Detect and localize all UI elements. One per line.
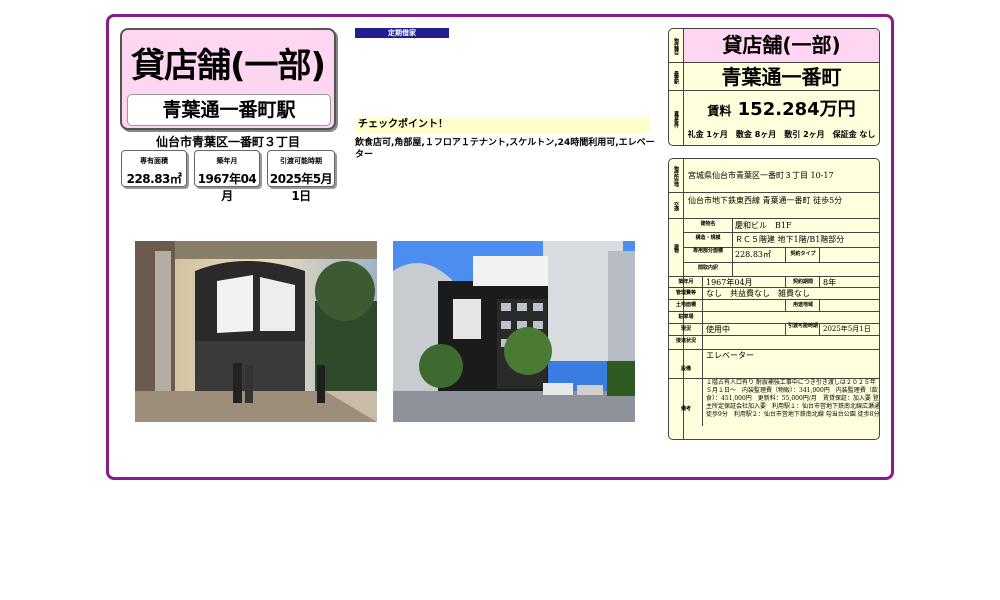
lease-type-label: 契約タイプ — [790, 251, 816, 257]
station-side-label: 最寄駅 — [669, 63, 684, 91]
parking-label: 駐車場 — [678, 314, 694, 320]
remarks-label: 備考 — [680, 406, 691, 412]
area-label: 専用部分面積 — [692, 248, 723, 254]
handover-value: 2025年5月1日 — [823, 325, 871, 333]
type-side-label: 物件種目 — [669, 29, 684, 63]
rent-label: 賃料 — [707, 104, 732, 118]
details-panel: 物件所在地 交通 建物 宮城県仙台市青葉区一番町３丁目 10-17 仙台市地下鉄… — [668, 158, 880, 440]
stat-handover: 引渡可能時期 2025年5月1日 — [267, 150, 335, 203]
stat-label: 引渡可能時期 — [280, 157, 322, 165]
terms-side-label: 賃貸条件 — [673, 111, 679, 127]
land-area-label: 土地面積 — [675, 302, 696, 308]
handover-label: 引渡可能時期 — [787, 323, 818, 329]
location-value: 宮城県仙台市青葉区一番町３丁目 10-17 — [688, 171, 834, 180]
title-box: 貸店舗(一部) 青葉通一番町駅 — [120, 28, 336, 130]
station-name: 青葉通一番町駅 — [127, 94, 331, 126]
stat-value: 228.83㎡ — [126, 172, 182, 186]
stat-label: 専有面積 — [140, 157, 168, 165]
remarks-value: １階占有人口有り 耐震補強工事中につき引き渡しは２０２５年５月１日〜 内装監理費… — [706, 379, 880, 418]
stat-built: 築年月 1967年04月 — [194, 150, 260, 203]
address: 仙台市青葉区一番町３丁目 — [155, 135, 300, 149]
transport-value: 仙台市地下鉄東西線 青葉通一番町 徒歩5分 — [688, 196, 843, 205]
stat-value: 1967年04月 — [197, 172, 257, 203]
mgmt-label: 管理費等 — [675, 290, 696, 296]
fees: 礼金 1ヶ月 敷金 8ヶ月 敷引 2ヶ月 保証金 なし — [687, 130, 876, 139]
layout-label: 間取内訳 — [697, 265, 718, 271]
transport-side-label: 交通 — [669, 193, 684, 219]
location-side-label: 物件所在地 — [669, 159, 684, 193]
area-value: 228.83㎡ — [735, 250, 771, 259]
road-access-label: 接道状況 — [675, 338, 696, 344]
building-name-value: 慶和ビル B1F — [735, 221, 792, 230]
building-side-label: 建物 — [673, 243, 679, 252]
equipment-value: エレベーター — [706, 351, 754, 360]
summary-terms: 賃料 152.284万円 礼金 1ヶ月 敷金 8ヶ月 敷引 2ヶ月 保証金 なし — [684, 91, 879, 145]
property-type-title: 貸店舗(一部) — [130, 46, 326, 86]
checkpoint-title: チェックポイント！ — [355, 117, 650, 133]
equipment-label: 設備 — [680, 366, 691, 372]
mgmt-value: なし 共益費なし 雑費なし — [706, 289, 810, 298]
rent-value: 152.284万円 — [737, 99, 856, 120]
structure-value: ＲＣ５階建 地下1階/B1階部分 — [735, 235, 845, 244]
zoning-label: 用途地域 — [792, 302, 813, 308]
exterior-photo-2 — [393, 241, 635, 422]
status-label: 現況 — [680, 326, 691, 332]
summary-type: 貸店舗(一部) — [684, 29, 879, 63]
checkpoint-text: 飲食店可,角部屋,１フロア１テナント,スケルトン,24時間利用可,エレベーター — [355, 138, 655, 160]
stat-value: 2025年5月1日 — [269, 172, 333, 203]
exterior-photo-1 — [135, 241, 377, 422]
summary-station: 青葉通一番町 — [684, 63, 879, 91]
structure-label: 構造・規模 — [695, 235, 721, 241]
summary-panel: 物件種目 最寄駅 賃貸条件 貸店舗(一部) 青葉通一番町 賃料 152.284万… — [668, 28, 880, 146]
building-name-label: 建物名 — [700, 221, 716, 227]
status-value: 使用中 — [706, 325, 730, 334]
stat-area: 専有面積 228.83㎡ — [121, 150, 187, 187]
stat-label: 築年月 — [216, 157, 238, 165]
fixed-term-lease-tag: 定期借家 — [355, 28, 449, 38]
